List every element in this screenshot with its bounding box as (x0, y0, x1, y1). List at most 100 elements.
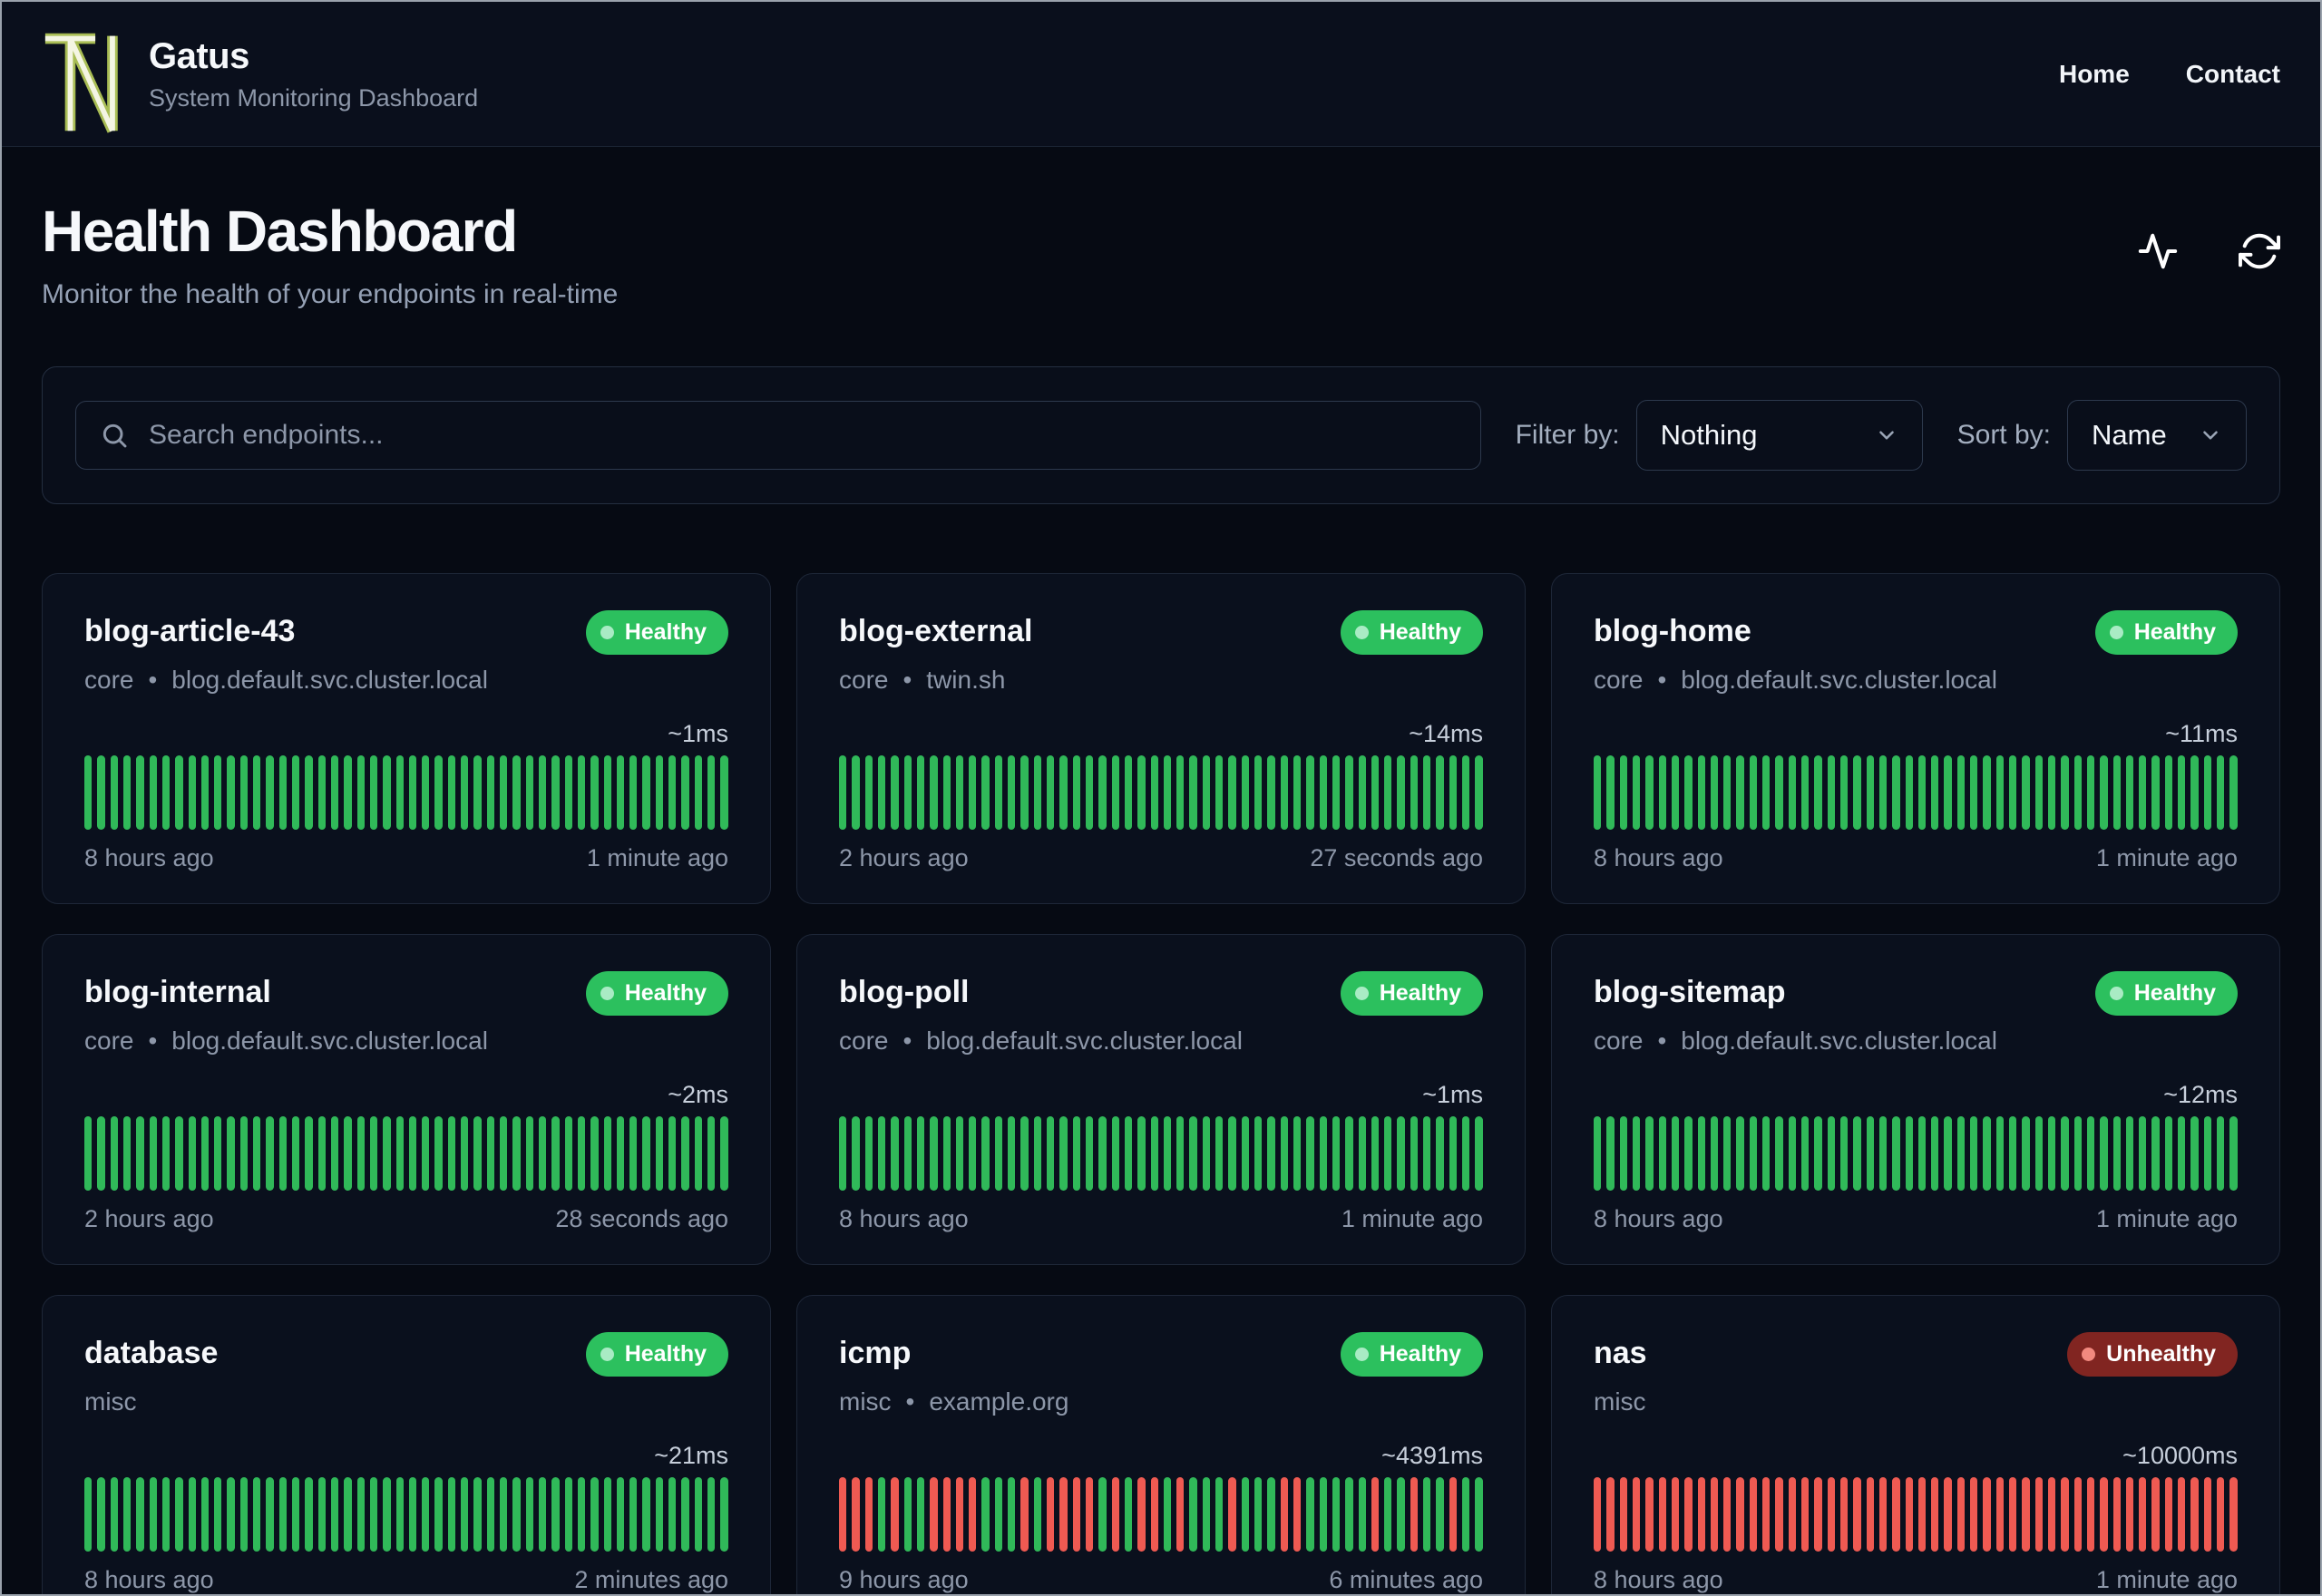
health-bar-down[interactable] (1150, 1477, 1158, 1552)
health-bar-up[interactable] (525, 1116, 533, 1191)
health-bar-up[interactable] (395, 755, 404, 830)
health-bar-up[interactable] (1059, 755, 1068, 830)
health-bar-down[interactable] (852, 1477, 860, 1552)
health-bar-up[interactable] (1801, 1116, 1810, 1191)
health-bar-up[interactable] (852, 1116, 860, 1191)
health-bar-up[interactable] (512, 755, 521, 830)
health-bar-up[interactable] (616, 1477, 625, 1552)
health-bar-up[interactable] (305, 755, 313, 830)
health-bar-up[interactable] (473, 1477, 482, 1552)
health-bar-up[interactable] (2073, 1116, 2082, 1191)
health-bar-up[interactable] (930, 755, 938, 830)
health-bar-up[interactable] (473, 1116, 482, 1191)
health-bar-up[interactable] (305, 1116, 313, 1191)
health-bar-down[interactable] (1749, 1477, 1758, 1552)
health-bar-up[interactable] (994, 1477, 1003, 1552)
health-bar-up[interactable] (2190, 1116, 2199, 1191)
health-bar-up[interactable] (2203, 755, 2211, 830)
refresh-icon[interactable] (2238, 230, 2281, 272)
health-bar-up[interactable] (2022, 755, 2030, 830)
health-bar-up[interactable] (84, 755, 93, 830)
health-bar-up[interactable] (1645, 1116, 1654, 1191)
health-bar-up[interactable] (500, 1116, 508, 1191)
search-input[interactable] (147, 419, 1457, 452)
health-bar-up[interactable] (512, 1477, 521, 1552)
health-bar-up[interactable] (136, 1477, 144, 1552)
health-bar-up[interactable] (525, 755, 533, 830)
health-bar-up[interactable] (1319, 1477, 1327, 1552)
health-bar-up[interactable] (110, 755, 118, 830)
health-bar-up[interactable] (1449, 755, 1457, 830)
health-bar-up[interactable] (916, 1477, 925, 1552)
health-bar-up[interactable] (1619, 1116, 1627, 1191)
health-bar-down[interactable] (1684, 1477, 1693, 1552)
health-bar-up[interactable] (1397, 1477, 1405, 1552)
health-bar-up[interactable] (1345, 755, 1353, 830)
health-bar-up[interactable] (877, 1477, 886, 1552)
health-bar-up[interactable] (1189, 1116, 1197, 1191)
health-bar-up[interactable] (2164, 1116, 2173, 1191)
health-bar-up[interactable] (408, 1477, 417, 1552)
health-bar-down[interactable] (2034, 1477, 2043, 1552)
health-bar-up[interactable] (434, 1477, 443, 1552)
health-bar-down[interactable] (2203, 1477, 2211, 1552)
health-bar-up[interactable] (200, 1477, 210, 1552)
health-bar-down[interactable] (2100, 1477, 2108, 1552)
health-bar-up[interactable] (447, 755, 456, 830)
health-bar-up[interactable] (720, 755, 728, 830)
health-bar-down[interactable] (2164, 1477, 2173, 1552)
health-bar-up[interactable] (1306, 1477, 1314, 1552)
health-bar-down[interactable] (2217, 1477, 2225, 1552)
health-bar-up[interactable] (2047, 755, 2056, 830)
health-bar-down[interactable] (1944, 1477, 1952, 1552)
health-bar-up[interactable] (1878, 755, 1888, 830)
health-bar-up[interactable] (1215, 1477, 1224, 1552)
health-bar-up[interactable] (1085, 755, 1094, 830)
health-bar-up[interactable] (1619, 755, 1627, 830)
health-bar-up[interactable] (1892, 755, 1900, 830)
health-bar-down[interactable] (1917, 1477, 1927, 1552)
health-bar-up[interactable] (2009, 755, 2017, 830)
health-bar-up[interactable] (1241, 1116, 1249, 1191)
health-bar-up[interactable] (1280, 1116, 1288, 1191)
endpoint-card[interactable]: blog-sitemap Healthy core • blog.default… (1551, 934, 2280, 1265)
health-bar-up[interactable] (1710, 1116, 1719, 1191)
health-bar-up[interactable] (1671, 755, 1680, 830)
health-bar-up[interactable] (1684, 1116, 1693, 1191)
health-bar-up[interactable] (330, 1477, 339, 1552)
health-bar-up[interactable] (681, 1116, 689, 1191)
health-bar-up[interactable] (149, 1116, 157, 1191)
health-bar-down[interactable] (1710, 1477, 1719, 1552)
health-bar-up[interactable] (603, 1116, 611, 1191)
health-bar-up[interactable] (2022, 1116, 2030, 1191)
health-bar-up[interactable] (1995, 755, 2004, 830)
health-bar-down[interactable] (2125, 1477, 2134, 1552)
health-bar-up[interactable] (253, 1116, 261, 1191)
health-bar-up[interactable] (2229, 755, 2238, 830)
health-bar-up[interactable] (486, 1116, 494, 1191)
health-bar-up[interactable] (369, 1116, 378, 1191)
health-bar-up[interactable] (422, 1116, 430, 1191)
health-bar-up[interactable] (2178, 755, 2186, 830)
health-bar-up[interactable] (2125, 755, 2134, 830)
health-bar-up[interactable] (2203, 1116, 2211, 1191)
health-bar-up[interactable] (707, 755, 716, 830)
health-bar-up[interactable] (1632, 1116, 1641, 1191)
health-bar-up[interactable] (1436, 755, 1444, 830)
health-bar-up[interactable] (1892, 1116, 1900, 1191)
health-bar-up[interactable] (278, 1477, 287, 1552)
health-bar-up[interactable] (1658, 755, 1666, 830)
health-bar-up[interactable] (1839, 1116, 1849, 1191)
health-bar-up[interactable] (903, 1477, 912, 1552)
health-bar-up[interactable] (1410, 1116, 1419, 1191)
health-bar-up[interactable] (969, 755, 977, 830)
health-bar-down[interactable] (1995, 1477, 2004, 1552)
health-bar-down[interactable] (2229, 1477, 2238, 1552)
search-box[interactable] (75, 401, 1481, 470)
health-bar-up[interactable] (395, 1477, 404, 1552)
health-bar-down[interactable] (891, 1477, 899, 1552)
health-bar-up[interactable] (486, 755, 494, 830)
health-bar-down[interactable] (1736, 1477, 1744, 1552)
health-bar-up[interactable] (1839, 755, 1849, 830)
health-bar-up[interactable] (891, 755, 899, 830)
